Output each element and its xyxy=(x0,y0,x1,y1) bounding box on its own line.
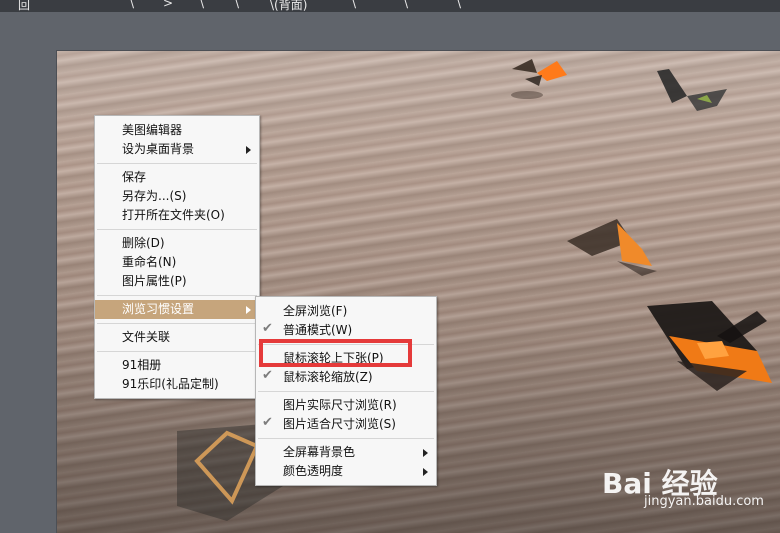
menu-item-91-print[interactable]: 91乐印(礼品定制) xyxy=(95,375,259,394)
butterfly-top-right xyxy=(657,69,727,111)
menu-item-label: 图片实际尺寸浏览(R) xyxy=(283,398,397,412)
menu-item-label: 全屏幕背景色 xyxy=(283,445,356,459)
menu-item-label: 删除(D) xyxy=(122,236,165,250)
submenu-item-fullscreen-bg[interactable]: 全屏幕背景色 xyxy=(256,443,436,462)
menu-padding xyxy=(95,394,259,398)
baidu-jingyan-watermark: Bai 经验 jingyan.baidu.com xyxy=(598,460,774,520)
menu-item-image-properties[interactable]: 图片属性(P) xyxy=(95,272,259,291)
menu-item-label: 普通模式(W) xyxy=(283,323,353,337)
title-fragment: \ xyxy=(130,0,135,10)
title-fragment: \ xyxy=(404,0,409,10)
menu-item-label: 91乐印(礼品定制) xyxy=(122,377,219,391)
highlight-annotation-box xyxy=(259,339,412,367)
submenu-item-normal-mode[interactable]: ✔ 普通模式(W) xyxy=(256,321,436,340)
menu-separator xyxy=(97,295,257,296)
menu-padding xyxy=(256,481,436,485)
menu-item-delete[interactable]: 删除(D) xyxy=(95,234,259,253)
menu-item-label: 重命名(N) xyxy=(122,255,177,269)
menu-item-label: 图片适合尺寸浏览(S) xyxy=(283,417,396,431)
menu-item-label: 保存 xyxy=(122,170,147,184)
butterfly-top-center xyxy=(511,59,567,99)
submenu-arrow-icon xyxy=(246,306,251,314)
submenu-arrow-icon xyxy=(246,146,251,154)
check-icon: ✔ xyxy=(262,368,273,383)
submenu-browse-settings: 全屏浏览(F) ✔ 普通模式(W) 鼠标滚轮上下张(P) ✔ 鼠标滚轮缩放(Z)… xyxy=(255,296,437,486)
menu-item-label: 鼠标滚轮缩放(Z) xyxy=(283,370,373,384)
menu-item-set-wallpaper[interactable]: 设为桌面背景 xyxy=(95,140,259,159)
submenu-item-fullscreen[interactable]: 全屏浏览(F) xyxy=(256,302,436,321)
title-fragment: \ xyxy=(457,0,462,10)
menu-item-save-as[interactable]: 另存为...(S) xyxy=(95,187,259,206)
menu-separator xyxy=(97,323,257,324)
menu-item-label: 打开所在文件夹(O) xyxy=(122,208,225,222)
menu-item-file-association[interactable]: 文件关联 xyxy=(95,328,259,347)
menu-item-open-folder[interactable]: 打开所在文件夹(O) xyxy=(95,206,259,225)
menu-item-label: 设为桌面背景 xyxy=(122,142,195,156)
menu-item-browse-settings[interactable]: 浏览习惯设置 xyxy=(95,300,259,319)
context-menu: 美图编辑器 设为桌面背景 保存 另存为...(S) 打开所在文件夹(O) 删除(… xyxy=(94,115,260,399)
menu-separator xyxy=(97,229,257,230)
menu-item-label: 全屏浏览(F) xyxy=(283,304,348,318)
menu-separator xyxy=(97,351,257,352)
menu-item-label: 颜色透明度 xyxy=(283,464,344,478)
title-fragment: \ xyxy=(352,0,357,10)
menu-item-label: 浏览习惯设置 xyxy=(122,302,195,316)
menu-item-91-album[interactable]: 91相册 xyxy=(95,356,259,375)
menu-item-rename[interactable]: 重命名(N) xyxy=(95,253,259,272)
menu-item-label: 美图编辑器 xyxy=(122,123,183,137)
title-fragment: \ xyxy=(235,0,240,10)
title-fragment: \ xyxy=(200,0,205,10)
menu-item-label: 文件关联 xyxy=(122,330,171,344)
submenu-arrow-icon xyxy=(423,449,428,457)
submenu-item-opacity[interactable]: 颜色透明度 xyxy=(256,462,436,481)
submenu-arrow-icon xyxy=(423,468,428,476)
check-icon: ✔ xyxy=(262,321,273,336)
watermark-url: jingyan.baidu.com xyxy=(644,494,764,509)
menu-item-label: 另存为...(S) xyxy=(122,189,187,203)
menu-separator xyxy=(258,391,434,392)
menu-separator xyxy=(258,438,434,439)
check-icon: ✔ xyxy=(262,415,273,430)
submenu-item-fit-size[interactable]: ✔ 图片适合尺寸浏览(S) xyxy=(256,415,436,434)
menu-separator xyxy=(97,163,257,164)
menu-item-meitu-editor[interactable]: 美图编辑器 xyxy=(95,121,259,140)
menu-item-label: 91相册 xyxy=(122,358,162,372)
menu-item-save[interactable]: 保存 xyxy=(95,168,259,187)
butterfly-middle xyxy=(567,219,657,276)
submenu-item-actual-size[interactable]: 图片实际尺寸浏览(R) xyxy=(256,396,436,415)
title-fragment: > xyxy=(163,0,174,10)
butterfly-right-large xyxy=(647,301,772,391)
menu-item-label: 图片属性(P) xyxy=(122,274,187,288)
submenu-item-wheel-zoom[interactable]: ✔ 鼠标滚轮缩放(Z) xyxy=(256,368,436,387)
